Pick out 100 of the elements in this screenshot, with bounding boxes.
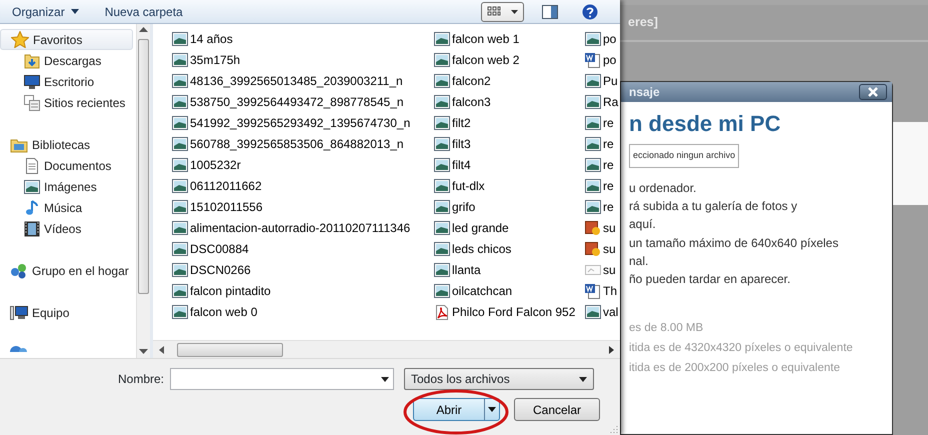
file-item[interactable]: oilcatchcan	[434, 280, 585, 301]
file-item[interactable]: led grande	[434, 217, 585, 238]
file-item[interactable]: falcon web 0	[172, 301, 434, 322]
file-item[interactable]: 538750_3992564493472_898778545_n	[172, 91, 434, 112]
star-icon	[11, 31, 29, 48]
music-note-icon	[24, 200, 40, 216]
scroll-left-arrow-icon[interactable]	[159, 346, 164, 354]
file-item[interactable]: 560788_3992565853506_864882013_n	[172, 133, 434, 154]
dialog-heading: n desde mi PC	[629, 112, 782, 136]
file-item[interactable]: DSCN0266	[172, 259, 434, 280]
scroll-up-arrow-icon[interactable]	[139, 26, 148, 33]
file-item[interactable]: filt3	[434, 133, 585, 154]
file-item[interactable]: po	[585, 49, 620, 70]
sidebar-item[interactable]: Descargas	[0, 50, 136, 71]
note-line: itida es de 200x200 píxeles o equivalente	[629, 361, 841, 376]
sidebar-item[interactable]: Vídeos	[0, 218, 136, 239]
file-item[interactable]: re	[585, 112, 620, 133]
dialog-button[interactable]: Abrir	[413, 398, 500, 421]
image-file-icon	[434, 240, 450, 256]
document-icon	[24, 158, 40, 174]
file-item[interactable]: falcon2	[434, 70, 585, 91]
file-item[interactable]: su	[585, 259, 620, 280]
photo-file-icon	[585, 240, 601, 256]
file-name-field[interactable]	[170, 368, 394, 390]
file-item[interactable]: falcon web 1	[434, 28, 585, 49]
file-item[interactable]: llanta	[434, 259, 585, 280]
file-input[interactable]: eccionado ningun archivo	[629, 144, 740, 168]
close-button[interactable]	[859, 84, 887, 100]
sidebar-item[interactable]: Bibliotecas	[0, 134, 136, 155]
file-item[interactable]: val	[585, 301, 620, 322]
file-item[interactable]: 14 años	[172, 28, 434, 49]
image-file-icon	[434, 52, 450, 68]
image-file-icon	[172, 282, 188, 298]
file-item[interactable]: 48136_3992565013485_2039003211_n	[172, 70, 434, 91]
image-file-icon	[434, 30, 450, 46]
file-item[interactable]: 541992_3992565293492_1395674730_n	[172, 112, 434, 133]
image-file-icon	[172, 240, 188, 256]
scroll-down-arrow-icon[interactable]	[139, 349, 148, 356]
image-file-icon	[434, 282, 450, 298]
image-file-icon	[172, 136, 188, 152]
caret-icon	[488, 407, 496, 412]
sidebar-item[interactable]: Grupo en el hogar	[0, 260, 136, 281]
file-item[interactable]: 06112011662	[172, 175, 434, 196]
file-item[interactable]: falcon pintadito	[172, 280, 434, 301]
file-item[interactable]: grifo	[434, 196, 585, 217]
sidebar-item[interactable]: Favoritos	[0, 29, 133, 50]
sidebar-item[interactable]: Sitios recientes	[0, 92, 136, 113]
file-item[interactable]: po	[585, 28, 620, 49]
sidebar-item[interactable]: Música	[0, 197, 136, 218]
file-item[interactable]: su	[585, 238, 620, 259]
file-item[interactable]: 15102011556	[172, 196, 434, 217]
homegroup-icon	[10, 262, 28, 278]
file-item[interactable]: re	[585, 196, 620, 217]
image-file-icon	[172, 198, 188, 214]
file-item[interactable]: re	[585, 154, 620, 175]
vertical-scrollbar[interactable]	[136, 24, 150, 358]
sidebar-item[interactable]: Equipo	[0, 302, 136, 323]
picture-icon	[24, 178, 40, 194]
photo-file-icon	[585, 220, 601, 236]
text-line: un tamaño máximo de 640x640 píxeles	[629, 234, 840, 252]
file-item[interactable]: su	[585, 217, 620, 238]
file-item[interactable]: fut-dlx	[434, 175, 585, 196]
image-file-icon	[434, 72, 450, 88]
image-file-icon	[434, 156, 450, 172]
toolbar-button[interactable]: Nueva carpeta	[98, 2, 189, 20]
file-item[interactable]: Ra	[585, 91, 620, 112]
image-file-icon	[172, 114, 188, 130]
sidebar-item[interactable]: Escritorio	[0, 71, 136, 92]
dialog-button[interactable]: Cancelar	[514, 398, 600, 421]
file-item[interactable]: falcon web 2	[434, 49, 585, 70]
file-item[interactable]: leds chicos	[434, 238, 585, 259]
file-item[interactable]: Philco Ford Falcon 952	[434, 301, 585, 322]
help-icon	[582, 4, 598, 20]
scroll-right-arrow-icon[interactable]	[609, 346, 614, 354]
file-item[interactable]: DSC00884	[172, 238, 434, 259]
sidebar-item[interactable]: Imágenes	[0, 176, 136, 197]
file-item[interactable]: Th	[585, 280, 620, 301]
grid-view-icon	[487, 6, 501, 18]
file-item[interactable]: falcon3	[434, 91, 585, 112]
image-file-icon	[585, 94, 601, 110]
file-item[interactable]: filt2	[434, 112, 585, 133]
resize-grip-icon	[610, 425, 618, 433]
image-file-icon	[585, 136, 601, 152]
image-file-icon	[172, 52, 188, 68]
file-item[interactable]: filt4	[434, 154, 585, 175]
horizontal-scrollbar[interactable]	[153, 340, 620, 358]
sidebar-item[interactable]: Documentos	[0, 155, 136, 176]
film-icon	[24, 220, 40, 236]
file-type-dropdown[interactable]: Todos los archivos	[404, 368, 594, 390]
view-options-button[interactable]	[481, 2, 524, 22]
image-file-icon	[172, 30, 188, 46]
file-item[interactable]: alimentacion-autorradio-20110207111346	[172, 217, 434, 238]
image-file-icon	[172, 178, 188, 194]
file-item[interactable]: re	[585, 133, 620, 154]
file-item[interactable]: re	[585, 175, 620, 196]
file-item[interactable]: 1005232r	[172, 154, 434, 175]
file-item[interactable]: 35m175h	[172, 49, 434, 70]
text-line: nal.	[629, 252, 650, 270]
file-item[interactable]: Pu	[585, 70, 620, 91]
toolbar-button[interactable]: Organizar	[6, 2, 85, 20]
